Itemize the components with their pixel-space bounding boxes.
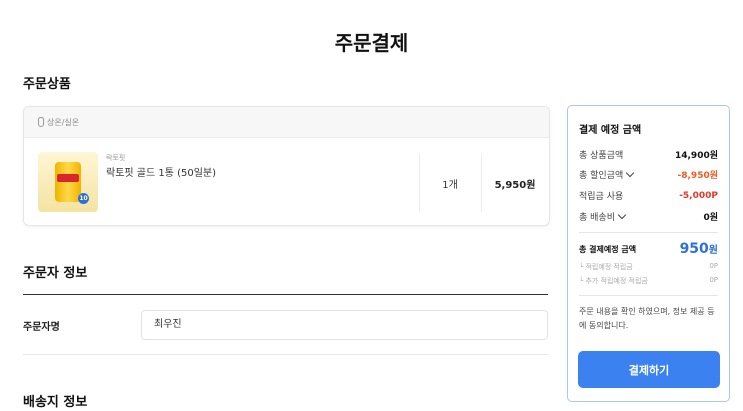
badge-icon: 10 [78,193,89,204]
product-brand: 락토핏 [106,154,126,162]
summary-line-shipping[interactable]: 총 배송비 0원 [579,210,718,223]
pay-button[interactable]: 결제하기 [578,351,720,388]
product-row: 10 락토핏 락토핏 골드 1통 (50일분) 1개 5,950원 [24,138,549,224]
summary-label: 적립금 사용 [579,192,624,202]
section-divider [23,354,548,355]
chevron-down-icon[interactable] [626,168,635,178]
product-name[interactable]: 락토핏 골드 1통 (50일분) [106,164,216,179]
summary-line-product-total: 총 상품금액 14,900원 [579,148,718,161]
sub-line-value: 0P [709,262,718,270]
orderer-info-heading: 주문자 정보 [23,266,88,281]
summary-value: -5,000P [679,190,718,201]
sub-line-value: 0P [709,276,718,284]
page-title: 주문결제 [334,31,409,55]
chevron-down-icon[interactable] [617,210,627,220]
thermometer-icon [38,117,44,127]
product-price: 5,950원 [494,180,536,191]
orderer-name-label: 주문자명 [23,322,60,333]
total-unit: 원 [708,245,718,256]
product-thumbnail[interactable]: 10 [38,152,98,212]
summary-total: 총 결제예정 금액 950원 [579,241,718,257]
storage-type-header: 상온/실온 [24,107,549,138]
total-label: 총 결제예정 금액 [579,244,637,254]
additional-points-line: └ 추가 적립예정 적립금 0P [579,276,718,286]
expected-points-line: └ 적립예정 적립금 0P [579,262,718,272]
shipping-info-heading: 배송지 정보 [23,395,88,410]
storage-type-label: 상온/실온 [47,117,80,127]
order-products-heading: 주문상품 [23,77,71,92]
total-value: 950 [679,241,709,257]
payment-summary-panel: 결제 예정 금액 총 상품금액 14,900원 총 할인금액 -8,950원 적… [567,105,730,402]
section-divider [23,294,548,295]
summary-label: 총 배송비 [579,213,615,223]
sub-line-label: └ 추가 적립예정 적립금 [579,277,648,285]
summary-title: 결제 예정 금액 [579,125,642,136]
summary-value: -8,950원 [677,171,718,181]
product-quantity: 1개 [442,180,458,191]
summary-line-points: 적립금 사용 -5,000P [579,189,718,203]
product-can-image [55,162,81,202]
summary-divider [579,232,718,233]
summary-line-discount[interactable]: 총 할인금액 -8,950원 [579,168,718,181]
summary-label: 총 상품금액 [579,151,624,161]
product-card: 상온/실온 10 락토핏 락토핏 골드 1통 (50일분) 1개 5,950원 [23,106,550,226]
summary-value: 14,900원 [674,151,718,161]
orderer-name-input[interactable]: 최우진 [141,310,548,340]
summary-label: 총 할인금액 [579,171,624,181]
summary-value: 0원 [703,213,718,223]
agreement-text: 주문 내용을 확인 하였으며, 정보 제공 등에 동의합니다. [579,307,715,330]
summary-divider [579,295,718,296]
sub-line-label: └ 적립예정 적립금 [579,263,633,271]
